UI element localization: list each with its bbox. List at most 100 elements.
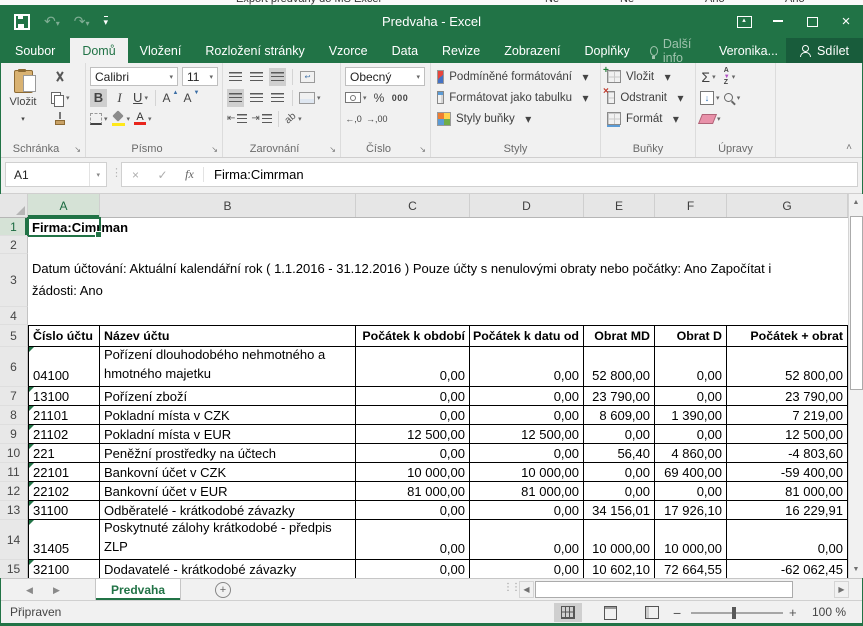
- zoom-slider-thumb[interactable]: [732, 607, 736, 619]
- fx-icon[interactable]: fx: [176, 167, 204, 182]
- cell[interactable]: 23 790,00: [727, 387, 848, 406]
- vertical-scrollbar[interactable]: ▲ ▼: [848, 194, 863, 578]
- ribbon-tab-2[interactable]: Rozložení stránky: [193, 38, 316, 63]
- percent-style-button[interactable]: %: [371, 89, 388, 107]
- cell[interactable]: 0,00: [356, 387, 470, 406]
- cell[interactable]: 22101: [28, 463, 100, 482]
- cell[interactable]: 16 229,91: [727, 501, 848, 520]
- name-box[interactable]: A1 ▾: [5, 162, 107, 187]
- redo-button[interactable]: ↷▾: [74, 13, 90, 31]
- cell[interactable]: 17 926,10: [655, 501, 727, 520]
- cell[interactable]: 10 602,10: [584, 560, 655, 578]
- cell[interactable]: 81 000,00: [727, 482, 848, 501]
- cell[interactable]: 0,00: [470, 347, 584, 387]
- increase-indent-button[interactable]: ⇥: [251, 110, 271, 128]
- row-header[interactable]: 1: [0, 218, 28, 236]
- cell[interactable]: 0,00: [470, 387, 584, 406]
- ribbon-tab-0[interactable]: Domů: [70, 38, 127, 63]
- cell[interactable]: 04100: [28, 347, 100, 387]
- accounting-format-button[interactable]: ▾: [345, 89, 367, 107]
- row-header[interactable]: 9: [0, 425, 28, 444]
- find-select-button[interactable]: ▾: [724, 89, 741, 107]
- enter-check-icon[interactable]: ✓: [149, 168, 176, 182]
- clear-button[interactable]: ▾: [700, 110, 721, 128]
- cut-button[interactable]: [51, 68, 68, 86]
- cell[interactable]: 0,00: [470, 501, 584, 520]
- align-right-button[interactable]: [269, 89, 286, 107]
- row-header[interactable]: 6: [0, 347, 28, 387]
- font-name-dropdown[interactable]: Calibri▾: [90, 67, 178, 86]
- maximize-button[interactable]: [795, 5, 829, 38]
- share-button[interactable]: Sdílet: [786, 38, 863, 63]
- cell[interactable]: Peněžní prostředky na účtech: [100, 444, 356, 463]
- increase-decimal-button[interactable]: ←,0: [345, 110, 362, 128]
- next-sheet-icon[interactable]: ▶: [53, 579, 60, 601]
- cell[interactable]: 56,40: [584, 444, 655, 463]
- tell-me-button[interactable]: Další info: [642, 38, 711, 63]
- ribbon-tab-6[interactable]: Zobrazení: [492, 38, 572, 63]
- cell[interactable]: Datum účtování: Aktuální kalendářní rok …: [28, 254, 848, 307]
- table-header-cell[interactable]: Počátek + obrat: [727, 325, 848, 347]
- name-box-dropdown-icon[interactable]: ▾: [89, 163, 106, 186]
- cell[interactable]: 0,00: [356, 444, 470, 463]
- cell[interactable]: 4 860,00: [655, 444, 727, 463]
- column-header-D[interactable]: D: [470, 194, 584, 217]
- cell[interactable]: 31100: [28, 501, 100, 520]
- cell[interactable]: 8 609,00: [584, 406, 655, 425]
- column-header-E[interactable]: E: [584, 194, 655, 217]
- cell[interactable]: 0,00: [655, 347, 727, 387]
- cell[interactable]: 0,00: [356, 501, 470, 520]
- format-cells-button[interactable]: Formát▾: [601, 108, 695, 129]
- sheet-tab-predvaha[interactable]: Predvaha: [95, 579, 181, 600]
- cell[interactable]: 10 000,00: [655, 520, 727, 560]
- select-all-corner[interactable]: [0, 194, 28, 217]
- scroll-down-icon[interactable]: ▼: [849, 561, 863, 578]
- align-center-button[interactable]: [248, 89, 265, 107]
- cell[interactable]: 52 800,00: [727, 347, 848, 387]
- format-as-table-button[interactable]: Formátovat jako tabulku▾: [431, 87, 600, 108]
- minimize-button[interactable]: [761, 5, 795, 38]
- row-header[interactable]: 3: [0, 254, 28, 307]
- cell[interactable]: 0,00: [655, 387, 727, 406]
- cell[interactable]: 0,00: [356, 347, 470, 387]
- decrease-indent-button[interactable]: ⇤: [227, 110, 247, 128]
- cell[interactable]: Poskytnuté zálohy krátkodobé - předpisZL…: [100, 520, 356, 560]
- cell[interactable]: 0,00: [655, 482, 727, 501]
- tab-scroll-splitter[interactable]: ⋮⋮: [503, 582, 519, 593]
- cell[interactable]: -59 400,00: [727, 463, 848, 482]
- prev-sheet-icon[interactable]: ◀: [26, 579, 33, 601]
- table-header-cell[interactable]: Počátek k datu od: [470, 325, 584, 347]
- sort-filter-button[interactable]: A▼Z▾: [721, 68, 738, 86]
- comma-style-button[interactable]: 000: [392, 89, 409, 107]
- cell[interactable]: 23 790,00: [584, 387, 655, 406]
- cell[interactable]: 0,00: [470, 444, 584, 463]
- align-top-button[interactable]: [227, 68, 244, 86]
- dialog-launcher-icon[interactable]: ↘: [211, 145, 218, 154]
- cell[interactable]: 10 000,00: [356, 463, 470, 482]
- cell[interactable]: 0,00: [584, 425, 655, 444]
- cell[interactable]: Odběratelé - krátkodobé závazky: [100, 501, 356, 520]
- page-layout-view-button[interactable]: [596, 603, 624, 622]
- cell[interactable]: 69 400,00: [655, 463, 727, 482]
- tab-file[interactable]: Soubor: [0, 38, 70, 63]
- italic-button[interactable]: I: [111, 89, 128, 107]
- page-break-view-button[interactable]: [638, 603, 666, 622]
- cell[interactable]: 81 000,00: [356, 482, 470, 501]
- table-header-cell[interactable]: Obrat MD: [584, 325, 655, 347]
- new-sheet-button[interactable]: +: [215, 582, 231, 598]
- zoom-in-button[interactable]: +: [789, 605, 797, 620]
- row-header[interactable]: 2: [0, 236, 28, 254]
- cell[interactable]: Pokladní místa v EUR: [100, 425, 356, 444]
- cell[interactable]: Pořízení dlouhodobého nehmotného ahmotné…: [100, 347, 356, 387]
- cell[interactable]: 0,00: [470, 520, 584, 560]
- cell[interactable]: 12 500,00: [727, 425, 848, 444]
- save-icon[interactable]: [14, 14, 30, 30]
- cell[interactable]: 22102: [28, 482, 100, 501]
- column-header-B[interactable]: B: [100, 194, 356, 217]
- ribbon-tab-5[interactable]: Revize: [430, 38, 492, 63]
- zoom-slider-track[interactable]: [691, 612, 783, 614]
- dialog-launcher-icon[interactable]: ↘: [329, 145, 336, 154]
- table-header-cell[interactable]: Číslo účtu: [28, 325, 100, 347]
- cell[interactable]: 0,00: [584, 482, 655, 501]
- increase-font-button[interactable]: A▲: [162, 89, 179, 107]
